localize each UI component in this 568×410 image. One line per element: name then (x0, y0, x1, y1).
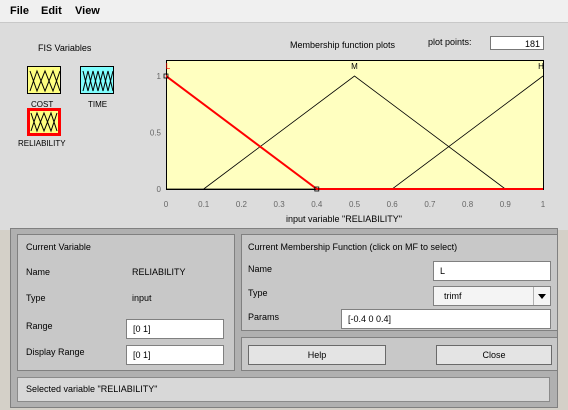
cv-name-label: Name (26, 267, 51, 277)
help-button[interactable]: Help (248, 345, 386, 365)
mf-name-label: Name (248, 264, 273, 274)
button-panel: Help Close (241, 337, 558, 371)
x-tick-label: 0.6 (387, 200, 399, 209)
cv-type-label: Type (26, 293, 46, 303)
mf-curve-M[interactable] (203, 75, 506, 190)
x-tick-label: 0.9 (500, 200, 512, 209)
cv-range-label: Range (26, 321, 53, 331)
mf-label-L: L (166, 62, 171, 71)
cv-name-value: RELIABILITY (132, 267, 186, 277)
y-tick-label: 1 (157, 72, 162, 81)
cv-type-value: input (132, 293, 152, 303)
current-variable-panel: Current Variable Name RELIABILITY Type i… (17, 234, 235, 371)
x-tick-label: 0.4 (311, 200, 323, 209)
mf-type-select[interactable]: trimf (433, 286, 551, 306)
mf-plot: 0 0.1 0.2 0.3 0.4 0.5 0.6 0.7 0.8 0.9 1 1 0.5 0 M H L (150, 62, 546, 209)
x-tick-label: 1 (541, 200, 546, 209)
mf-curve-H[interactable] (166, 75, 544, 190)
x-tick-label: 0.5 (349, 200, 361, 209)
mf-label-H: H (538, 62, 544, 71)
x-axis-title: input variable "RELIABILITY" (286, 214, 402, 224)
cv-display-range-label: Display Range (26, 347, 85, 357)
x-tick-label: 0.7 (424, 200, 436, 209)
current-mf-title: Current Membership Function (click on MF… (248, 242, 458, 252)
cv-range-input[interactable]: [0 1] (126, 319, 224, 339)
current-mf-panel: Current Membership Function (click on MF… (241, 234, 558, 331)
mf-name-input[interactable]: L (433, 261, 551, 281)
mf-params-input[interactable]: [-0.4 0 0.4] (341, 309, 551, 329)
x-tick-label: 0 (164, 200, 169, 209)
x-tick-label: 0.1 (198, 200, 210, 209)
cv-display-range-input[interactable]: [0 1] (126, 345, 224, 365)
y-tick-label: 0.5 (150, 129, 162, 138)
mf-params-label: Params (248, 312, 280, 322)
chevron-down-icon[interactable] (533, 287, 550, 305)
x-tick-label: 0.8 (462, 200, 474, 209)
close-button[interactable]: Close (436, 345, 552, 365)
y-tick-label: 0 (157, 185, 162, 194)
x-tick-label: 0.2 (236, 200, 248, 209)
status-bar: Selected variable "RELIABILITY" (17, 377, 550, 402)
mf-type-value: trimf (444, 291, 462, 301)
mf-type-label: Type (248, 288, 268, 298)
x-tick-label: 0.3 (274, 200, 286, 209)
mf-label-M: M (351, 62, 358, 71)
current-variable-title: Current Variable (26, 242, 91, 252)
